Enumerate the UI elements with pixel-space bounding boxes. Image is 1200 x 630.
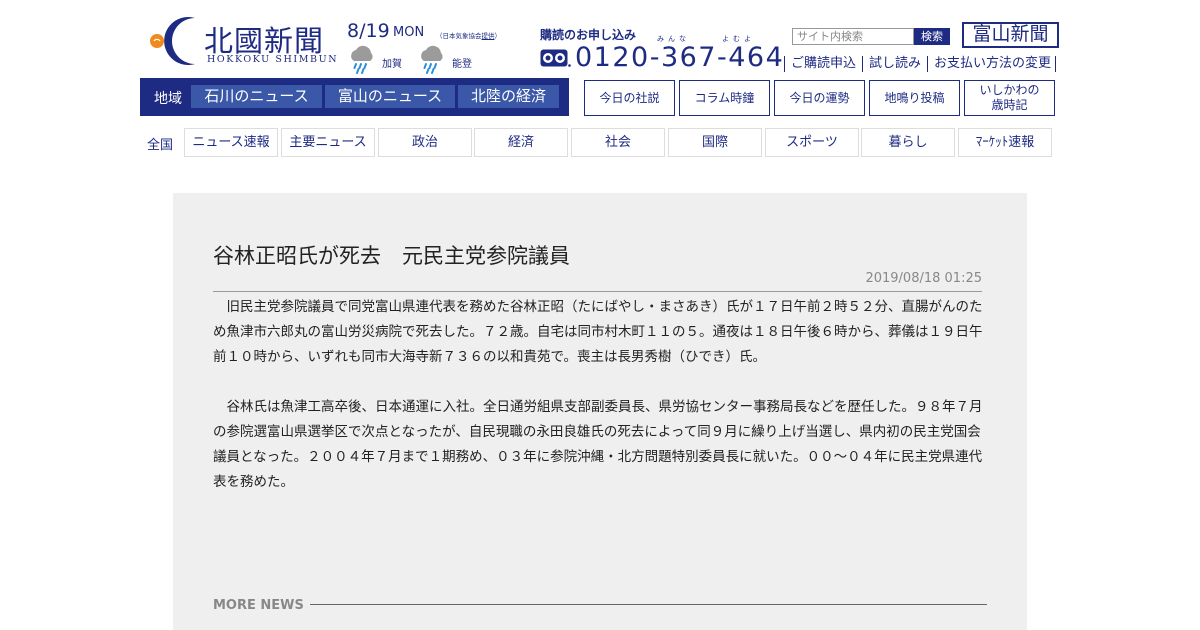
column-jisho-button[interactable]: コラム時鐘 bbox=[679, 80, 770, 116]
tab-toyama-news[interactable]: 富山のニュース bbox=[325, 85, 455, 108]
site-logo[interactable]: 北國新聞 HOKKOKU SHIMBUN bbox=[140, 16, 340, 66]
weather-area-kaga: 加賀 bbox=[382, 59, 402, 70]
nav-politics[interactable]: 政治 bbox=[378, 128, 472, 157]
editorial-button[interactable]: 今日の社説 bbox=[584, 80, 675, 116]
nav-market-news[interactable]: ﾏｰｹｯﾄ速報 bbox=[958, 128, 1052, 157]
region-bar: 地域 石川のニュース 富山のニュース 北陸の経済 bbox=[140, 78, 569, 116]
article-paragraph-2: 谷林氏は魚津工高卒後、日本通運に入社。全日通労組県支部副委員長、県労協センター事… bbox=[213, 399, 983, 490]
more-news-divider bbox=[310, 604, 987, 605]
logo-subtitle: HOKKOKU SHIMBUN bbox=[207, 54, 339, 65]
rain-cloud-icon bbox=[421, 45, 443, 74]
article-body: 旧民主党参院議員で同党富山県連代表を務めた谷林正昭（たにばやし・まさあき）氏が１… bbox=[213, 295, 985, 495]
link-subscribe[interactable]: ご購読申込 bbox=[784, 56, 862, 72]
article-title: 谷林正昭氏が死去 元民主党参院議員 bbox=[213, 244, 570, 268]
nav-breaking-news[interactable]: ニュース速報 bbox=[184, 128, 278, 157]
subscription-title: 購読のお申し込み bbox=[540, 28, 637, 42]
more-news-heading: MORE NEWS bbox=[213, 598, 304, 613]
nav-international[interactable]: 国際 bbox=[668, 128, 762, 157]
nav-society[interactable]: 社会 bbox=[571, 128, 665, 157]
ishikawa-calendar-button[interactable]: いしかわの 歳時記 bbox=[964, 80, 1055, 116]
article-paragraph-1: 旧民主党参院議員で同党富山県連代表を務めた谷林正昭（たにばやし・まさあき）氏が１… bbox=[213, 299, 983, 365]
weather-area-noto: 能登 bbox=[452, 59, 472, 70]
search-input[interactable] bbox=[792, 28, 914, 45]
rain-cloud-icon bbox=[351, 45, 373, 74]
logo-mark-icon bbox=[150, 16, 195, 65]
article-date: 2019/08/18 01:25 bbox=[865, 271, 982, 286]
free-dial-icon bbox=[540, 49, 571, 67]
horoscope-button[interactable]: 今日の運勢 bbox=[774, 80, 865, 116]
ishikawa-calendar-line2: 歳時記 bbox=[991, 98, 1028, 112]
weather-day-of-week: MON bbox=[393, 25, 425, 40]
tab-hokuriku-economy[interactable]: 北陸の経済 bbox=[458, 85, 559, 108]
link-payment-change[interactable]: お支払い方法の変更 bbox=[927, 56, 1057, 72]
weather-source-link[interactable]: 提供 bbox=[482, 32, 495, 40]
search-button[interactable]: 検索 bbox=[914, 28, 950, 45]
nav-living[interactable]: 暮らし bbox=[861, 128, 955, 157]
nav-economy[interactable]: 経済 bbox=[474, 128, 568, 157]
nav-national[interactable]: 全国 bbox=[147, 134, 173, 153]
tab-ishikawa-news[interactable]: 石川のニュース bbox=[191, 85, 322, 108]
nav-sports[interactable]: スポーツ bbox=[765, 128, 859, 157]
title-divider bbox=[213, 291, 982, 292]
weather-widget: 8/19 MON （日本気象協会提供） 加賀 能登 bbox=[347, 20, 507, 74]
reader-post-button[interactable]: 地鳴り投稿 bbox=[869, 80, 960, 116]
nav-top-news[interactable]: 主要ニュース bbox=[281, 128, 375, 157]
article-panel: 谷林正昭氏が死去 元民主党参院議員 2019/08/18 01:25 旧民主党参… bbox=[173, 193, 1027, 630]
weather-date: 8/19 bbox=[347, 20, 390, 42]
ishikawa-calendar-line1: いしかわの bbox=[979, 83, 1040, 97]
header-links: ご購読申込 試し読み お支払い方法の変更 bbox=[784, 56, 1057, 72]
region-label: 地域 bbox=[154, 91, 182, 107]
phone-number[interactable]: 0120-367-464 bbox=[575, 42, 784, 73]
link-trial[interactable]: 試し読み bbox=[862, 56, 927, 72]
toyama-shimbun-button[interactable]: 富山新聞 bbox=[962, 22, 1059, 48]
weather-source-note: （日本気象協会提供） bbox=[436, 32, 501, 40]
